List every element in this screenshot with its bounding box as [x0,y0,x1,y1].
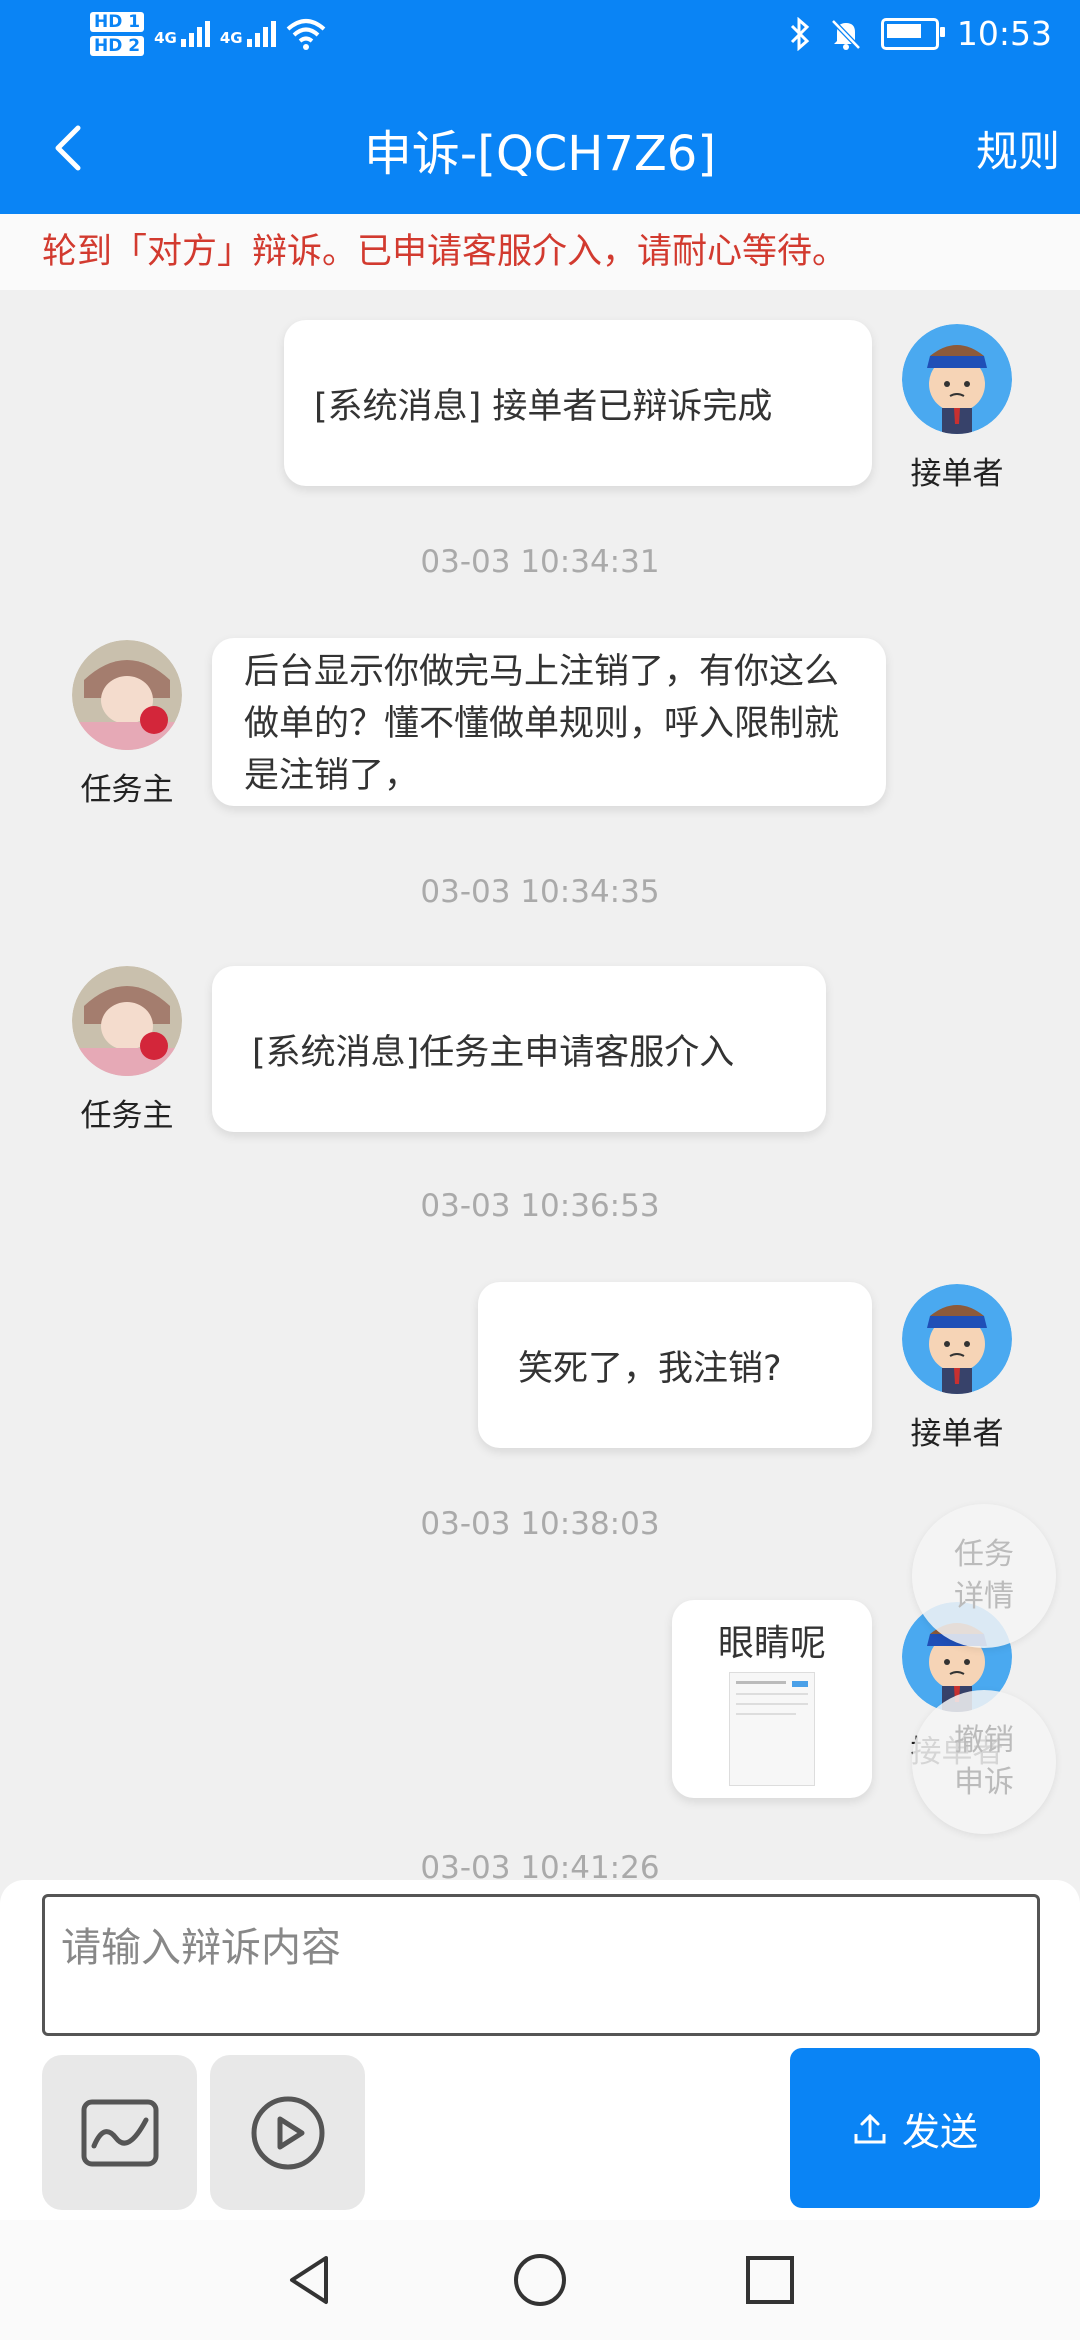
cancel-appeal-button[interactable]: 撤销申诉 [912,1690,1056,1834]
message-timestamp: 03-03 10:34:31 [420,544,660,580]
clock: 10:53 [956,14,1052,53]
send-button[interactable]: 发送 [790,2048,1040,2208]
task-detail-button[interactable]: 任务详情 [912,1504,1056,1648]
message-bubble: 后台显示你做完马上注销了，有你这么做单的？懂不懂做单规则，呼入限制就是注销了， [212,638,886,806]
chat-list[interactable]: [系统消息] 接单者已辩诉完成 接单者 03-03 10:34:31 任务主 后… [0,290,1080,1880]
message-timestamp: 03-03 10:36:53 [420,1188,660,1224]
message-timestamp: 03-03 10:34:35 [420,874,660,910]
avatar-owner[interactable] [72,640,182,750]
message-timestamp: 03-03 10:38:03 [420,1506,660,1542]
image-icon [81,2099,158,2166]
message-bubble: [系统消息]任务主申请客服介入 [212,966,826,1132]
signal-1-icon: 4G [154,21,210,47]
upload-icon [854,2113,886,2144]
sender-name: 任务主 [80,1098,174,1134]
status-right: 10:53 [789,14,1052,53]
composer: 请输入辩诉内容 发送 [0,1880,1080,2220]
signal-area: HD 1 HD 2 4G 4G [90,12,326,56]
image-message-bubble[interactable]: 眼睛呢 [672,1600,872,1798]
battery-icon [880,17,945,50]
sender-name: 接单者 [910,456,1004,492]
system-nav-bar [0,2220,1080,2340]
avatar-taker[interactable] [902,324,1012,434]
message-bubble: 笑死了，我注销? [478,1282,872,1448]
app-header: 申诉-[QCH7Z6] 规则 [0,80,1080,214]
nav-recents-icon[interactable] [740,2250,800,2310]
image-upload-button[interactable] [42,2055,197,2210]
screenshot-thumbnail[interactable] [729,1672,815,1786]
sim1-label: HD 1 [90,12,145,32]
message-bubble: [系统消息] 接单者已辩诉完成 [284,320,872,486]
wifi-icon [286,19,325,50]
appeal-input[interactable]: 请输入辩诉内容 [42,1894,1040,2036]
avatar-taker[interactable] [902,1284,1012,1394]
sender-name: 任务主 [80,772,174,808]
nav-back-icon[interactable] [280,2250,340,2310]
rules-link[interactable]: 规则 [976,118,1060,179]
sender-name: 接单者 [910,1416,1004,1452]
video-upload-button[interactable] [210,2055,365,2210]
status-notice: 轮到「对方」辩诉。已申请客服介入，请耐心等待。 [0,214,1080,290]
sim2-label: HD 2 [90,36,145,56]
nav-home-icon[interactable] [510,2250,570,2310]
page-title: 申诉-[QCH7Z6] [363,126,717,182]
play-icon [251,2096,324,2169]
message-timestamp: 03-03 10:41:26 [420,1850,660,1880]
signal-2-icon: 4G [220,21,276,47]
mute-icon [831,18,861,50]
message-caption: 眼睛呢 [717,1623,826,1664]
status-bar: HD 1 HD 2 4G 4G 10:53 [0,0,1080,80]
avatar-owner[interactable] [72,966,182,1076]
bluetooth-icon [790,16,810,51]
